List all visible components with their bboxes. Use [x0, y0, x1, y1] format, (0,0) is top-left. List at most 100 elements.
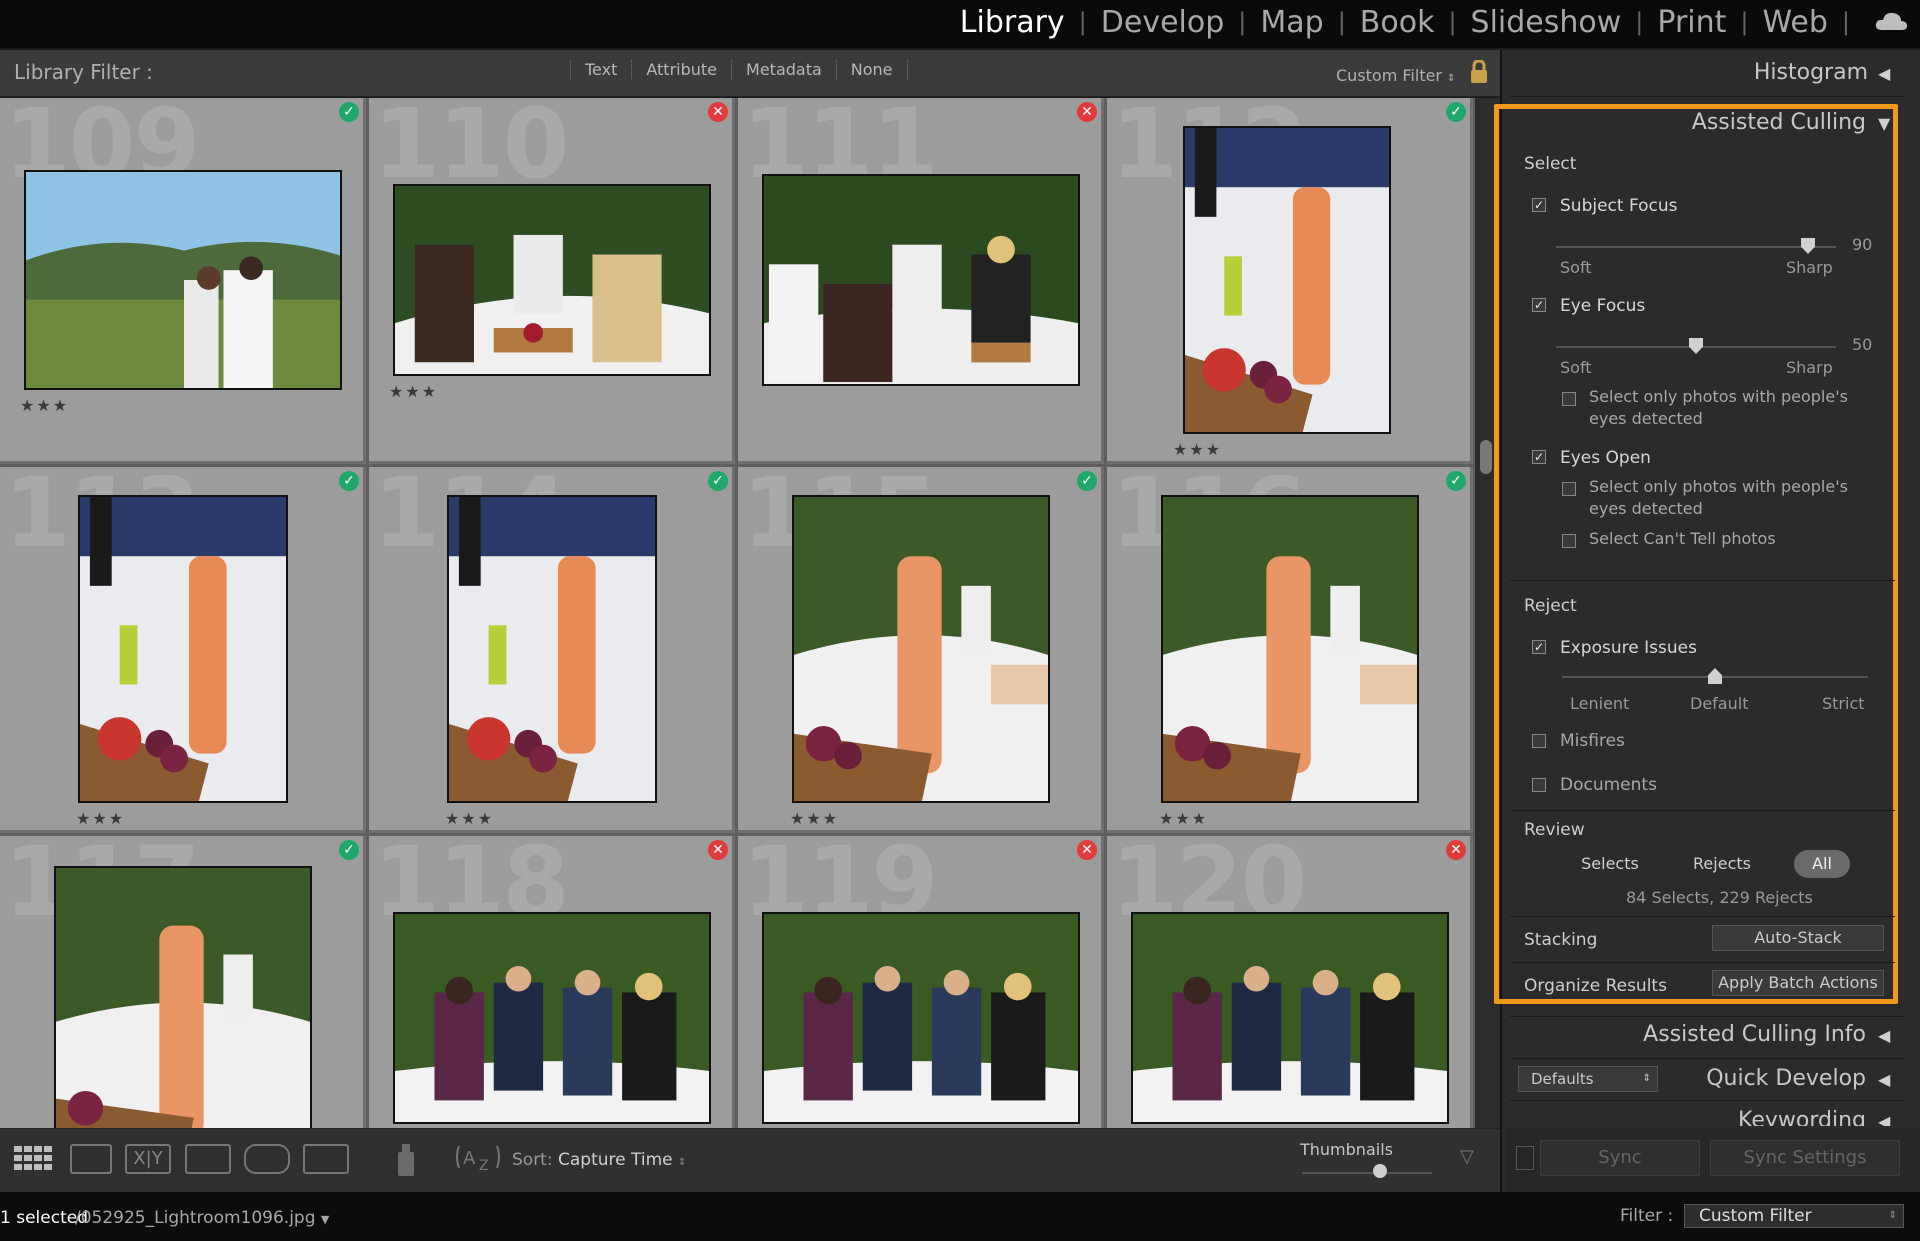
photo-thumbnail[interactable]	[447, 495, 657, 803]
review-rejects-button[interactable]: Rejects	[1680, 850, 1764, 878]
cloud-icon[interactable]	[1874, 10, 1908, 32]
updown-icon: ⇕	[1888, 1210, 1897, 1221]
histogram-header[interactable]: Histogram	[1700, 60, 1868, 85]
grid-cell[interactable]: 109 ✓ ★★★	[0, 98, 366, 464]
eyes-open-checkbox[interactable]: ✓	[1532, 450, 1546, 464]
cant-tell-checkbox[interactable]	[1562, 534, 1576, 548]
collapse-left-icon[interactable]: ◀	[1878, 1070, 1890, 1089]
sync-settings-button[interactable]: Sync Settings	[1710, 1140, 1900, 1176]
module-slideshow[interactable]: Slideshow	[1457, 5, 1636, 40]
grid-cell[interactable]: 113 ✓ ★★★	[0, 467, 366, 833]
assisted-culling-info-header[interactable]: Assisted Culling Info	[1620, 1022, 1866, 1047]
filter-text[interactable]: Text	[570, 60, 631, 79]
collapse-left-icon[interactable]: ◀	[1878, 1026, 1890, 1045]
eyes-open-label: Eyes Open	[1560, 448, 1651, 468]
grid-cell[interactable]: 115 ✓ ★★★	[738, 467, 1104, 833]
photo-thumbnail[interactable]	[762, 174, 1080, 386]
grid-cell[interactable]: 111 ✕	[738, 98, 1104, 464]
pick-flag-icon[interactable]: ✓	[339, 840, 359, 860]
subject-focus-checkbox[interactable]: ✓	[1532, 198, 1546, 212]
compare-view-icon[interactable]: X|Y	[125, 1144, 171, 1174]
grid-scrollbar-thumb[interactable]	[1480, 440, 1492, 474]
eye-focus-only-checkbox[interactable]	[1562, 392, 1576, 406]
pick-flag-icon[interactable]: ✓	[339, 102, 359, 122]
grid-view-icon[interactable]	[12, 1144, 54, 1174]
grid-cell[interactable]: 112 ✓ ★★★	[1107, 98, 1473, 464]
pick-flag-icon[interactable]: ✓	[1446, 102, 1466, 122]
grid-cell[interactable]: 119 ✕	[738, 836, 1104, 1128]
subject-focus-slider[interactable]	[1556, 246, 1836, 248]
reject-flag-icon[interactable]: ✕	[1077, 840, 1097, 860]
photo-thumbnail[interactable]	[1161, 495, 1419, 803]
auto-stack-button[interactable]: Auto-Stack	[1712, 925, 1884, 951]
sort-select[interactable]: Capture Time ⇕	[558, 1150, 686, 1170]
grid-cell[interactable]: 117 ✓	[0, 836, 366, 1128]
thumbnail-size-slider-knob[interactable]	[1373, 1164, 1387, 1178]
quick-develop-preset-select[interactable]: Defaults ⇕	[1518, 1066, 1658, 1092]
module-print[interactable]: Print	[1643, 5, 1740, 40]
photo-thumbnail[interactable]	[393, 184, 711, 376]
filter-none[interactable]: None	[835, 60, 908, 79]
sync-toggle-icon[interactable]	[1516, 1146, 1534, 1170]
module-develop[interactable]: Develop	[1087, 5, 1239, 40]
pick-flag-icon[interactable]: ✓	[1446, 471, 1466, 491]
apply-batch-actions-button[interactable]: Apply Batch Actions	[1712, 970, 1884, 996]
survey-view-icon[interactable]	[185, 1144, 231, 1174]
reject-flag-icon[interactable]: ✕	[708, 840, 728, 860]
keywording-header[interactable]: Keywording	[1680, 1108, 1866, 1126]
photo-thumbnail[interactable]	[24, 170, 342, 390]
module-library[interactable]: Library	[946, 5, 1079, 40]
selected-filename[interactable]: /052925_Lightroom1096.jpg ▼	[75, 1208, 329, 1228]
thumbnail-size-slider[interactable]	[1302, 1172, 1432, 1174]
sync-button[interactable]: Sync	[1540, 1140, 1700, 1176]
people-view-icon[interactable]	[244, 1144, 290, 1174]
filter-attribute[interactable]: Attribute	[631, 60, 731, 79]
pick-flag-icon[interactable]: ✓	[1077, 471, 1097, 491]
grid-cell[interactable]: 116 ✓ ★★★	[1107, 467, 1473, 833]
photo-thumbnail[interactable]	[792, 495, 1050, 803]
pick-flag-icon[interactable]: ✓	[708, 471, 728, 491]
grid-cell[interactable]: 114 ✓ ★★★	[369, 467, 735, 833]
spray-can-icon[interactable]	[390, 1140, 422, 1178]
reject-flag-icon[interactable]: ✕	[1077, 102, 1097, 122]
photo-thumbnail[interactable]	[78, 495, 288, 803]
eyes-open-only-checkbox[interactable]	[1562, 482, 1576, 496]
pick-flag-icon[interactable]: ✓	[339, 471, 359, 491]
module-map[interactable]: Map	[1246, 5, 1337, 40]
collapse-left-icon[interactable]: ◀	[1878, 1112, 1890, 1126]
grid-cell[interactable]: 110 ✕ ★★★	[369, 98, 735, 464]
secondary-display-icon[interactable]	[303, 1144, 349, 1174]
grid-cell[interactable]: 118 ✕	[369, 836, 735, 1128]
review-section-label: Review	[1524, 820, 1585, 840]
collapse-left-icon[interactable]: ◀	[1878, 64, 1890, 83]
eye-focus-checkbox[interactable]: ✓	[1532, 298, 1546, 312]
assisted-culling-header[interactable]: Assisted Culling	[1640, 110, 1866, 135]
subject-focus-min-label: Soft	[1560, 258, 1592, 277]
reject-flag-icon[interactable]: ✕	[1446, 840, 1466, 860]
photo-thumbnail[interactable]	[762, 912, 1080, 1124]
reject-flag-icon[interactable]: ✕	[708, 102, 728, 122]
status-filter-select[interactable]: Custom Filter ⇕	[1684, 1204, 1904, 1228]
lock-icon[interactable]	[1469, 60, 1489, 84]
expand-down-icon[interactable]: ▼	[1878, 114, 1890, 133]
photo-thumbnail[interactable]	[54, 866, 312, 1128]
sort-direction-icon[interactable]: AZ	[455, 1140, 501, 1174]
keywording-header-row: Keywording ◀	[1500, 1104, 1920, 1126]
svg-text:Z: Z	[479, 1158, 489, 1174]
photo-thumbnail[interactable]	[393, 912, 711, 1124]
photo-thumbnail[interactable]	[1131, 912, 1449, 1124]
module-book[interactable]: Book	[1346, 5, 1449, 40]
toolbar-menu-chevron-icon[interactable]: ▽	[1460, 1146, 1474, 1167]
custom-filter-select[interactable]: Custom Filter ⇕	[1336, 66, 1456, 85]
review-selects-button[interactable]: Selects	[1568, 850, 1652, 878]
quick-develop-header[interactable]: Quick Develop	[1680, 1066, 1866, 1091]
loupe-view-icon[interactable]	[70, 1144, 112, 1174]
review-all-button[interactable]: All	[1794, 850, 1850, 878]
documents-checkbox[interactable]	[1532, 778, 1546, 792]
misfires-checkbox[interactable]	[1532, 734, 1546, 748]
grid-cell[interactable]: 120 ✕	[1107, 836, 1473, 1128]
filter-metadata[interactable]: Metadata	[731, 60, 836, 79]
exposure-issues-checkbox[interactable]: ✓	[1532, 640, 1546, 654]
module-web[interactable]: Web	[1749, 5, 1842, 40]
photo-thumbnail[interactable]	[1183, 126, 1391, 434]
